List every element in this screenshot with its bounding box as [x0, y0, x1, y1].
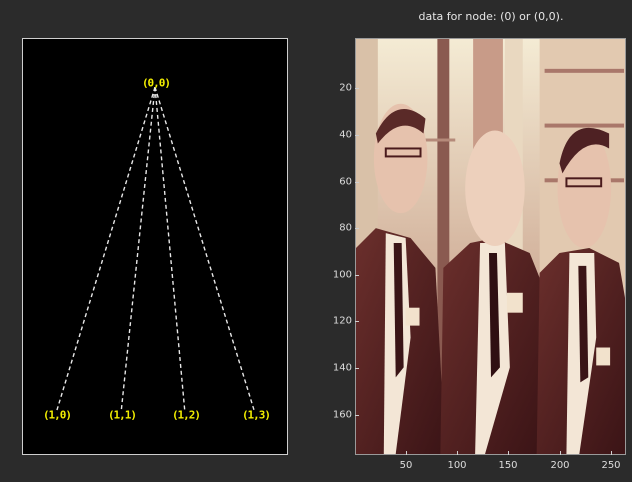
tree-node-1-0[interactable]: (1,0) — [43, 409, 72, 422]
bg-shelf-1 — [544, 68, 625, 73]
edge-root-child-1 — [56, 87, 156, 411]
y-tick-label: 20 — [339, 82, 352, 94]
y-tick-mark — [355, 135, 359, 136]
y-tick-label: 140 — [332, 362, 352, 374]
y-tick-mark — [355, 88, 359, 89]
x-tick-mark — [560, 451, 561, 455]
x-tick-label: 150 — [498, 460, 518, 471]
tree-node-1-3[interactable]: (1,3) — [242, 409, 271, 422]
x-tick-mark — [457, 451, 458, 455]
tree-axes: (0,0) (1,0) (1,1) (1,2) (1,3) — [22, 38, 288, 455]
x-tick-mark — [508, 451, 509, 455]
y-tick-label: 100 — [332, 269, 352, 281]
y-tick-label: 40 — [339, 129, 352, 141]
figure-window: (0,0) (1,0) (1,1) (1,2) (1,3) data for n… — [0, 0, 632, 482]
y-tick-label: 120 — [332, 315, 352, 327]
x-tick-label: 100 — [447, 460, 467, 471]
tree-edges — [56, 87, 255, 411]
tree-node-1-1[interactable]: (1,1) — [108, 409, 137, 422]
y-tick-mark — [355, 275, 359, 276]
y-tick-label: 160 — [332, 409, 352, 421]
x-tick-label: 50 — [399, 460, 413, 471]
edge-root-child-2 — [120, 87, 156, 411]
y-tick-mark — [355, 368, 359, 369]
y-tick-mark — [355, 321, 359, 322]
y-tick-mark — [355, 415, 359, 416]
person-center-head — [465, 130, 525, 247]
y-tick-mark — [355, 228, 359, 229]
person-left-badge — [405, 307, 420, 326]
x-tick-mark — [406, 451, 407, 455]
y-tick-label: 60 — [339, 176, 352, 188]
image-axes[interactable] — [355, 38, 626, 455]
y-tick-mark — [355, 182, 359, 183]
y-tick-label: 80 — [339, 222, 352, 234]
x-tick-mark — [611, 451, 612, 455]
x-tick-label: 200 — [550, 460, 570, 471]
image-axes-title: data for node: (0) or (0,0). — [418, 10, 564, 23]
bg-shelf-2 — [544, 123, 625, 128]
person-center-badge — [506, 292, 523, 313]
tree-node-root[interactable]: (0,0) — [142, 77, 171, 90]
tree-node-1-2[interactable]: (1,2) — [172, 409, 201, 422]
person-right-badge — [596, 347, 611, 366]
x-tick-label: 250 — [601, 460, 621, 471]
portrait-image — [356, 39, 625, 454]
